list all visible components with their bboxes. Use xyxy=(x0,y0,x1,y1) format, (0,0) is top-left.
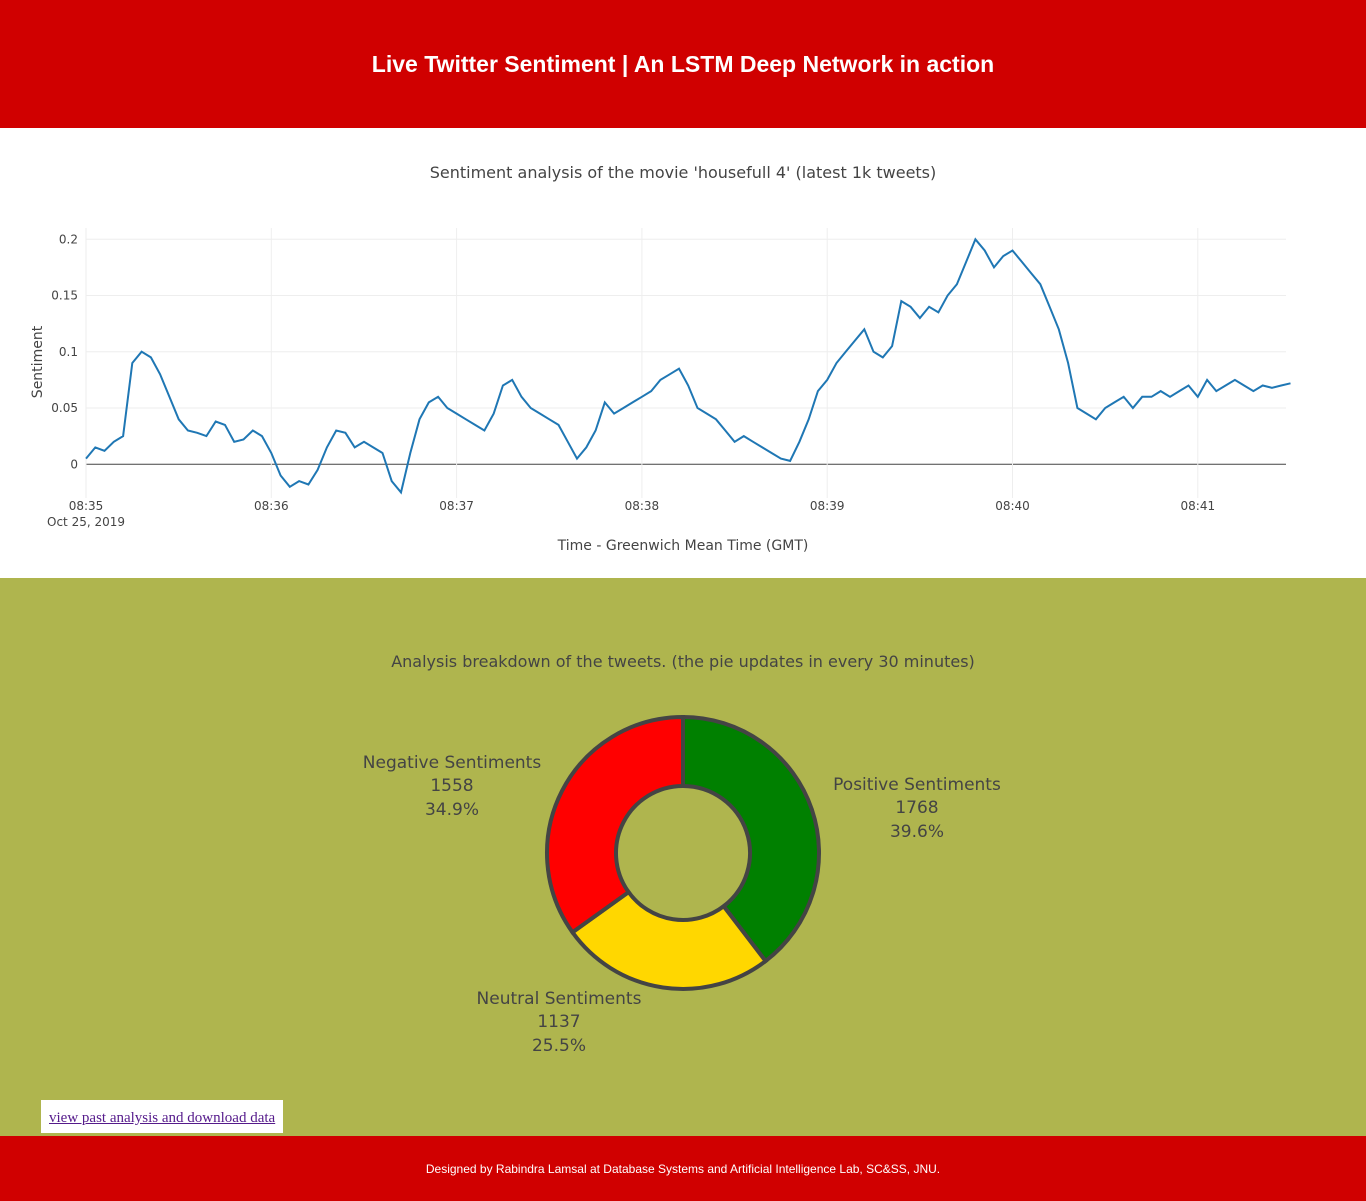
y-tick-label: 0.05 xyxy=(51,401,78,415)
past-analysis-link[interactable]: view past analysis and download data xyxy=(49,1110,275,1126)
footer-credit: Designed by Rabindra Lamsal at Database … xyxy=(425,1161,941,1176)
pie-chart-title: Analysis breakdown of the tweets. (the p… xyxy=(391,652,975,671)
sentiment-line-chart: Sentiment analysis of the movie 'housefu… xyxy=(30,163,1291,554)
sentiment-line xyxy=(85,237,1291,495)
past-analysis-link-box: view past analysis and download data xyxy=(41,1100,284,1133)
x-axis-date-label: Oct 25, 2019 xyxy=(47,515,125,529)
y-axis-ticks: 0 0.05 0.1 0.15 0.2 xyxy=(51,232,78,471)
negative-slice xyxy=(545,714,685,936)
line-chart-section: Sentiment analysis of the movie 'housefu… xyxy=(0,128,1366,578)
neutral-label-count: 1137 xyxy=(537,1012,580,1032)
sentiment-donut-chart: Analysis breakdown of the tweets. (the p… xyxy=(363,652,1001,1056)
page-title: Live Twitter Sentiment | An LSTM Deep Ne… xyxy=(371,50,995,77)
positive-label-percent: 39.6% xyxy=(890,822,944,842)
x-tick-label: 08:36 xyxy=(254,499,289,513)
line-chart-grid xyxy=(85,228,1286,498)
positive-label-name: Positive Sentiments xyxy=(833,775,1001,795)
page-footer: Designed by Rabindra Lamsal at Database … xyxy=(0,1136,1366,1201)
positive-label-count: 1768 xyxy=(895,798,938,818)
x-tick-label: 08:38 xyxy=(625,499,660,513)
positive-label: Positive Sentiments 1768 39.6% xyxy=(833,775,1001,842)
page-header: Live Twitter Sentiment | An LSTM Deep Ne… xyxy=(0,0,1366,128)
neutral-label: Neutral Sentiments 1137 25.5% xyxy=(477,989,642,1056)
x-axis-title: Time - Greenwich Mean Time (GMT) xyxy=(557,538,809,554)
x-tick-label: 08:35 xyxy=(69,499,104,513)
pie-chart-section: Analysis breakdown of the tweets. (the p… xyxy=(0,578,1366,1136)
neutral-label-percent: 25.5% xyxy=(532,1036,586,1056)
y-tick-label: 0 xyxy=(70,457,78,471)
negative-label-percent: 34.9% xyxy=(425,800,479,820)
negative-label: Negative Sentiments 1558 34.9% xyxy=(363,753,542,820)
negative-label-count: 1558 xyxy=(430,776,473,796)
x-tick-label: 08:41 xyxy=(1181,499,1216,513)
negative-label-name: Negative Sentiments xyxy=(363,753,542,773)
y-tick-label: 0.1 xyxy=(59,345,78,359)
neutral-label-name: Neutral Sentiments xyxy=(477,989,642,1009)
x-axis-ticks: 08:35 08:36 08:37 08:38 08:39 08:40 08:41 xyxy=(69,499,1215,513)
line-chart-title: Sentiment analysis of the movie 'housefu… xyxy=(430,163,937,182)
x-tick-label: 08:37 xyxy=(439,499,474,513)
x-tick-label: 08:40 xyxy=(995,499,1030,513)
x-tick-label: 08:39 xyxy=(810,499,845,513)
y-tick-label: 0.15 xyxy=(51,289,78,303)
y-tick-label: 0.2 xyxy=(59,232,78,246)
donut-slices xyxy=(545,714,821,991)
y-axis-title: Sentiment xyxy=(30,325,46,398)
